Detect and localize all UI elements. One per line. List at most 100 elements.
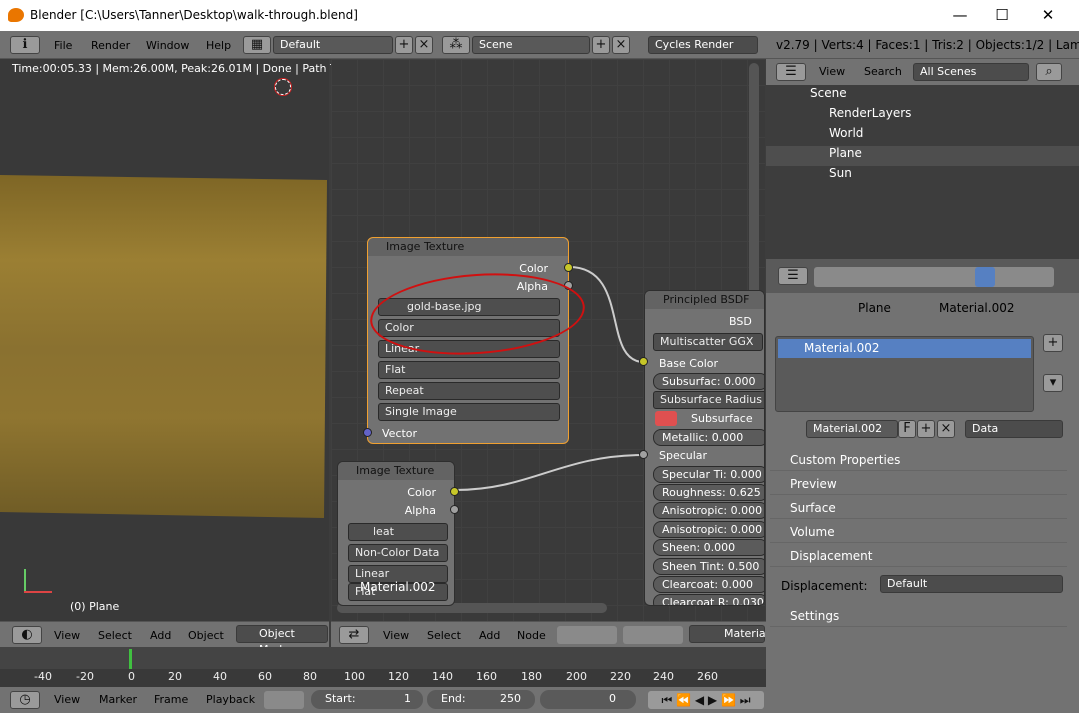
source-select[interactable]: Single Image [378, 403, 560, 421]
add-slot-button[interactable]: + [1043, 334, 1063, 352]
scene-icon[interactable]: ⁂ [442, 36, 470, 54]
image-texture-node-2[interactable]: Image Texture Color Alpha leat Non-Color… [337, 461, 459, 606]
vector-input-socket[interactable] [363, 428, 372, 437]
panel-surface[interactable]: Surface [770, 497, 1067, 519]
extension-select[interactable]: Repeat [378, 382, 560, 400]
outliner-filter-select[interactable]: All Scenes [913, 63, 1029, 81]
new-material-button[interactable]: + [917, 420, 935, 438]
close-button[interactable]: ✕ [1038, 5, 1058, 25]
slot-menu-button[interactable]: ▾ [1043, 374, 1063, 392]
color-output-socket[interactable] [450, 487, 459, 496]
displacement-select[interactable]: Default [880, 575, 1063, 593]
viewport-menu-object[interactable]: Object [188, 629, 224, 642]
timeline-track[interactable] [0, 647, 766, 669]
layout-field[interactable]: Default [273, 36, 393, 54]
link-select[interactable]: Data [965, 420, 1063, 438]
projection-select[interactable]: Flat [378, 361, 560, 379]
image-field[interactable]: leat [348, 523, 448, 541]
playback-controls[interactable]: ⏮ ⏪ ◀ ▶ ⏩ ⏭ [648, 691, 764, 709]
scene-field[interactable]: Scene [472, 36, 590, 54]
end-frame-field[interactable]: End: 250 [427, 690, 535, 709]
node-menu-select[interactable]: Select [427, 629, 461, 642]
viewport-menu-add[interactable]: Add [150, 629, 171, 642]
menu-render[interactable]: Render [91, 39, 130, 52]
metallic-slider[interactable]: Metallic: 0.000 [653, 429, 764, 446]
principled-bsdf-node[interactable]: Principled BSDF BSD Multiscatter GGX Bas… [644, 290, 765, 606]
outliner-menu-search[interactable]: Search [864, 65, 902, 78]
viewport-menu-view[interactable]: View [54, 629, 80, 642]
add-scene-button[interactable]: + [592, 36, 610, 54]
specular-socket[interactable] [639, 450, 648, 459]
anisotropic-slider[interactable]: Anisotropic: 0.000 [653, 502, 764, 519]
subsurface-color-swatch[interactable] [655, 411, 677, 426]
material-tab-icon[interactable] [975, 267, 995, 287]
material-select[interactable]: Materia [689, 625, 766, 643]
remove-layout-button[interactable]: × [415, 36, 433, 54]
outliner-row-renderlayers[interactable]: RenderLayers [766, 106, 1079, 126]
shader-type-buttons[interactable] [557, 626, 617, 644]
subsurface-radius-field[interactable]: Subsurface Radius [653, 391, 764, 409]
current-frame-field[interactable]: 0 [540, 690, 636, 709]
outliner-menu-view[interactable]: View [819, 65, 845, 78]
outliner-row-sun[interactable]: Sun [766, 166, 1079, 186]
material-name-field[interactable]: Material.002 [806, 420, 898, 438]
panel-preview[interactable]: Preview [770, 473, 1067, 495]
timeline-type-icon[interactable]: ◷ [10, 691, 40, 709]
outliner-row-plane[interactable]: Plane [766, 146, 1079, 166]
node-editor-type-icon[interactable]: ⇄ [339, 626, 369, 644]
outliner[interactable]: ☰ View Search All Scenes ⌕ Scene RenderL… [766, 59, 1079, 259]
render-engine-select[interactable]: Cycles Render [648, 36, 758, 54]
viewport-type-icon[interactable]: ◐ [12, 626, 42, 644]
outliner-type-icon[interactable]: ☰ [776, 63, 806, 81]
keying-buttons[interactable] [264, 691, 304, 709]
node-menu-add[interactable]: Add [479, 629, 500, 642]
color-space-select[interactable]: Non-Color Data [348, 544, 448, 562]
minimize-button[interactable]: — [950, 5, 970, 25]
clearcoat-slider[interactable]: Clearcoat: 0.000 [653, 576, 764, 593]
node-menu-node[interactable]: Node [517, 629, 546, 642]
panel-custom-properties[interactable]: Custom Properties [770, 449, 1067, 471]
outliner-row-scene[interactable]: Scene [766, 86, 1079, 106]
menu-window[interactable]: Window [146, 39, 189, 52]
panel-volume[interactable]: Volume [770, 521, 1067, 543]
editor-type-icon[interactable]: ℹ [10, 36, 40, 54]
timeline[interactable]: -40 -20 0 20 40 60 80 100 120 140 160 18… [0, 647, 766, 687]
material-slot-list[interactable]: Material.002 [775, 336, 1034, 412]
specular-tint-slider[interactable]: Specular Ti: 0.000 [653, 466, 764, 483]
current-frame-marker[interactable] [129, 649, 132, 669]
viewport-menu-select[interactable]: Select [98, 629, 132, 642]
alpha-output-socket[interactable] [450, 505, 459, 514]
fake-user-button[interactable]: F [898, 420, 916, 438]
menu-help[interactable]: Help [206, 39, 231, 52]
maximize-button[interactable]: ☐ [992, 5, 1012, 25]
distribution-select[interactable]: Multiscatter GGX [653, 333, 763, 351]
outliner-row-world[interactable]: World [766, 126, 1079, 146]
unlink-material-button[interactable]: × [937, 420, 955, 438]
sheen-slider[interactable]: Sheen: 0.000 [653, 539, 764, 556]
panel-displacement[interactable]: Displacement [770, 545, 1067, 567]
timeline-menu-marker[interactable]: Marker [99, 693, 137, 706]
anisotropic-rotation-slider[interactable]: Anisotropic: 0.000 [653, 521, 764, 538]
node-menu-view[interactable]: View [383, 629, 409, 642]
start-frame-field[interactable]: Start: 1 [311, 690, 423, 709]
base-color-socket[interactable] [639, 357, 648, 366]
color-output-socket[interactable] [564, 263, 573, 272]
timeline-menu-playback[interactable]: Playback [206, 693, 255, 706]
timeline-menu-frame[interactable]: Frame [154, 693, 188, 706]
roughness-slider[interactable]: Roughness: 0.625 [653, 484, 764, 501]
material-slot-row[interactable]: Material.002 [778, 339, 1031, 358]
remove-scene-button[interactable]: × [612, 36, 630, 54]
menu-file[interactable]: File [54, 39, 72, 52]
add-layout-button[interactable]: + [395, 36, 413, 54]
mode-select[interactable]: Object Mode [236, 625, 328, 656]
subsurface-slider[interactable]: Subsurfac: 0.000 [653, 373, 764, 390]
panel-settings[interactable]: Settings [770, 605, 1067, 627]
shading-buttons[interactable] [623, 626, 683, 644]
context-tab-strip[interactable] [814, 267, 1054, 287]
search-icon[interactable]: ⌕ [1036, 63, 1062, 81]
properties-type-icon[interactable]: ☰ [778, 267, 808, 285]
timeline-menu-view[interactable]: View [54, 693, 80, 706]
layout-icon[interactable]: ▦ [243, 36, 271, 54]
clearcoat-roughness-slider[interactable]: Clearcoat R: 0.030 [653, 594, 764, 605]
sheen-tint-slider[interactable]: Sheen Tint: 0.500 [653, 558, 764, 575]
